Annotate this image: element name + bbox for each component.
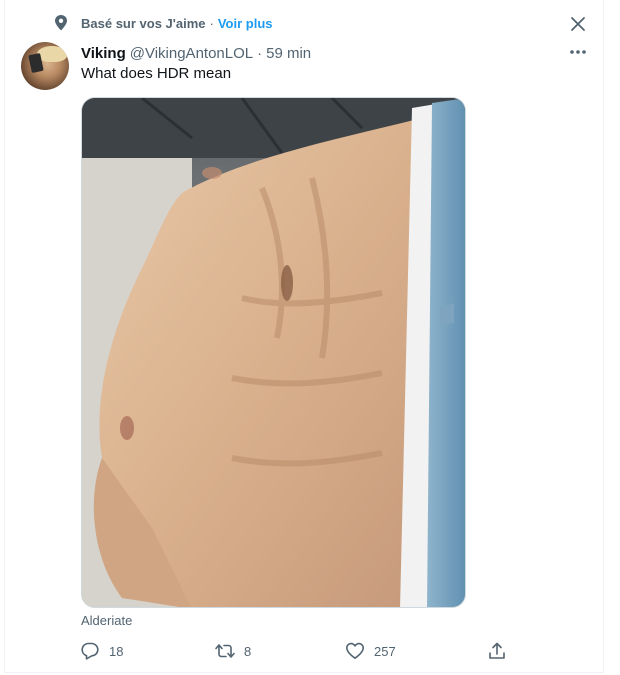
like-button[interactable]: 257 [337,638,396,664]
reply-count: 18 [109,643,124,659]
tweet-media-image[interactable] [81,97,466,608]
retweet-icon [207,638,243,664]
close-button[interactable] [566,12,590,36]
heart-icon [337,638,373,664]
close-icon [571,17,585,31]
more-options-button[interactable] [566,42,590,62]
like-count: 257 [374,643,396,659]
header-separator: · [257,44,263,62]
context-label: Basé sur vos J'aime [81,15,206,31]
location-pin-icon [54,14,68,32]
avatar[interactable] [21,42,69,90]
media-caption[interactable]: Alderiate [81,613,132,628]
reply-icon [72,638,108,664]
display-name[interactable]: Viking [81,45,126,62]
reply-button[interactable]: 18 [72,638,123,664]
more-dots-icon [570,50,586,54]
tweet-timestamp[interactable]: 59 min [266,45,311,62]
user-handle[interactable]: @VikingAntonLOL [130,45,253,62]
retweet-count: 8 [244,643,252,659]
share-button[interactable] [479,638,515,664]
tweet-actions: 18 8 257 [72,638,512,664]
context-separator: · [209,15,214,31]
social-context: Basé sur vos J'aime · Voir plus [54,13,273,33]
retweet-button[interactable]: 8 [207,638,251,664]
tweet-text: What does HDR mean [81,65,232,82]
see-more-link[interactable]: Voir plus [218,16,273,31]
tweet-header: Viking @VikingAntonLOL · 59 min [81,43,311,63]
share-icon [479,638,515,664]
